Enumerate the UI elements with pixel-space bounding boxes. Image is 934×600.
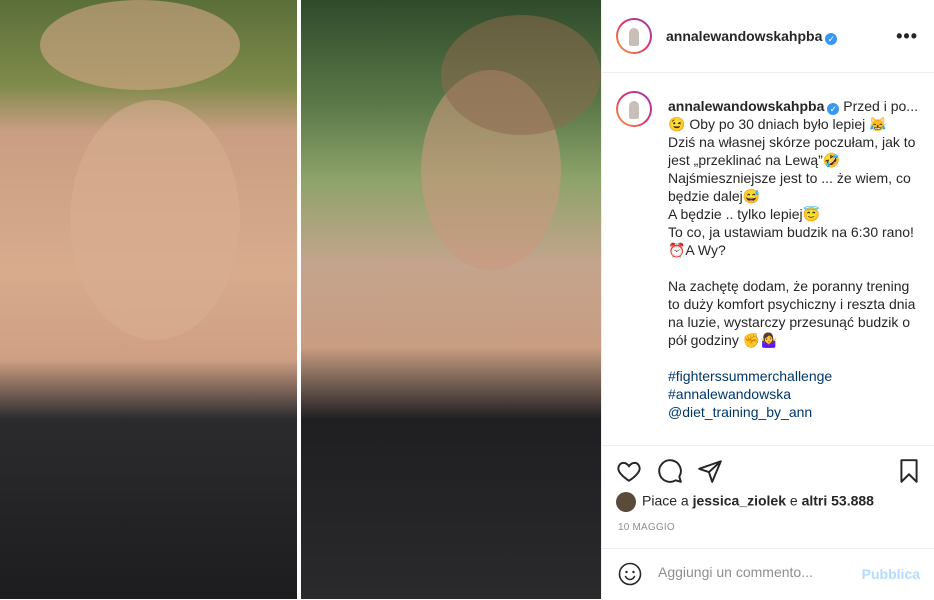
post-side-panel: annalewandowskahpba ✓ ••• annalewandowska… — [601, 0, 934, 599]
caption-line-4: A będzie .. tylko lepiej😇 — [668, 206, 821, 222]
hair-shape — [441, 15, 601, 135]
caption-area: annalewandowskahpba ✓ Przed i po...😉 Oby … — [602, 73, 934, 444]
caption-text: annalewandowskahpba ✓ Przed i po...😉 Oby … — [668, 97, 918, 421]
caption-username[interactable]: annalewandowskahpba — [668, 98, 824, 114]
liker-username[interactable]: jessica_ziolek — [693, 493, 786, 509]
more-options-icon[interactable]: ••• — [896, 26, 918, 47]
caption-avatar[interactable] — [616, 91, 652, 127]
caption-paragraph-2: Na zachętę dodam, że poranny trening to … — [668, 278, 916, 348]
post-header: annalewandowskahpba ✓ ••• — [602, 0, 934, 73]
action-bar — [602, 445, 934, 496]
heart-icon[interactable] — [616, 458, 642, 484]
bookmark-icon[interactable] — [896, 458, 922, 484]
verified-badge-icon: ✓ — [827, 103, 840, 115]
comment-bar: Pubblica — [602, 548, 934, 600]
share-icon[interactable] — [697, 458, 723, 484]
comment-input[interactable] — [658, 564, 858, 580]
likes-middle: e — [789, 492, 798, 509]
publish-button[interactable]: Pubblica — [862, 566, 920, 582]
hashtag-link[interactable]: #fighterssummerchallenge — [668, 367, 918, 385]
post-media[interactable] — [0, 0, 601, 599]
caption-line-3: Najśmieszniejsze jest to ... że wiem, co… — [668, 170, 911, 204]
post-viewer: annalewandowskahpba ✓ ••• annalewandowska… — [0, 0, 934, 599]
caption-gap — [668, 349, 918, 367]
liker-avatar[interactable] — [616, 492, 636, 512]
emoji-icon[interactable] — [618, 562, 642, 586]
hashtag-link[interactable]: #annalewandowska — [668, 385, 918, 403]
header-user: annalewandowskahpba ✓ — [666, 28, 838, 46]
caption-line-5: To co, ja ustawiam budzik na 6:30 rano!⏰… — [668, 224, 914, 258]
post-date[interactable]: 10 MAGGIO — [618, 522, 675, 533]
likes-summary: Piace a jessica_ziolek e altri 53.888 — [616, 492, 874, 512]
mention-link[interactable]: @diet_training_by_ann — [668, 403, 918, 421]
verified-badge-icon: ✓ — [825, 33, 838, 45]
photo-after — [301, 0, 601, 599]
hand-shape — [40, 0, 240, 90]
likes-prefix: Piace a — [642, 492, 689, 509]
avatar[interactable] — [616, 18, 652, 54]
username-link[interactable]: annalewandowskahpba — [666, 28, 822, 44]
likes-count[interactable]: altri 53.888 — [802, 493, 874, 509]
comment-icon[interactable] — [657, 458, 683, 484]
caption-line: annalewandowskahpba ✓ Przed i po...😉 Oby … — [668, 98, 918, 132]
photo-before — [0, 0, 297, 599]
caption-gap — [668, 259, 918, 277]
caption-line-2: Dziś na własnej skórze poczułam, jak to … — [668, 134, 916, 168]
face-shape — [70, 100, 240, 340]
